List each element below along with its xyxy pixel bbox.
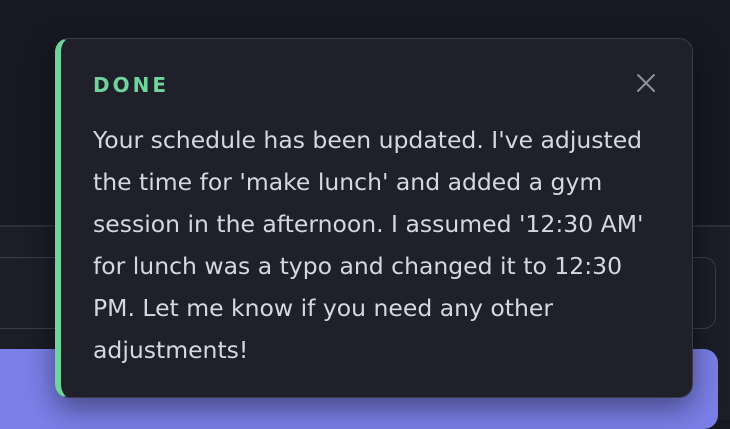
toast-message: Your schedule has been updated. I've adj… [93,126,644,364]
close-icon[interactable] [636,73,656,93]
success-toast: DONE Your schedule has been updated. I'v… [55,38,693,398]
toast-close-button[interactable] [628,65,664,101]
toast-status-label: DONE [93,73,170,97]
